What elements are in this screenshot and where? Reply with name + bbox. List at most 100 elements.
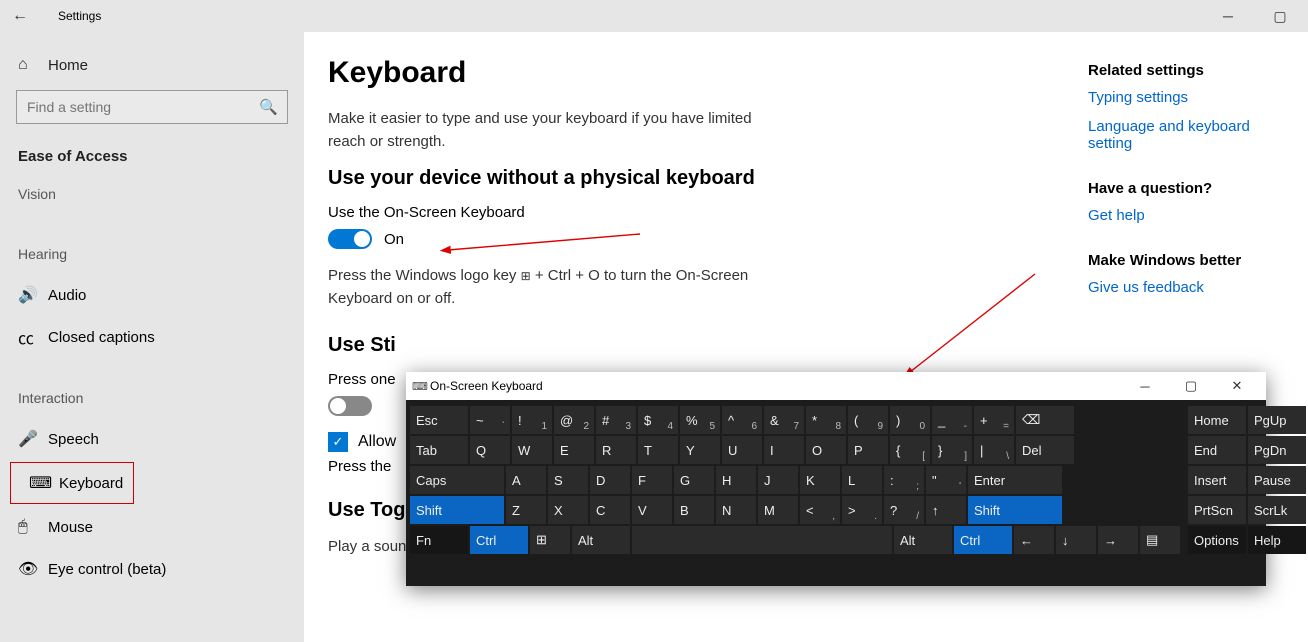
osk-maximize-button[interactable]: ▢ [1168, 372, 1214, 400]
osk-key[interactable]: End [1188, 436, 1246, 464]
osk-key[interactable]: E [554, 436, 594, 464]
osk-key[interactable]: I [764, 436, 804, 464]
osk-key[interactable]: Enter [968, 466, 1062, 494]
osk-window[interactable]: ⌨ On-Screen Keyboard ─ ▢ ✕ Esc~`!1@2#3$4… [406, 372, 1266, 586]
osk-key[interactable]: Fn [410, 526, 468, 554]
osk-key[interactable]: P [848, 436, 888, 464]
osk-key[interactable]: |\ [974, 436, 1014, 464]
osk-key[interactable]: (9 [848, 406, 888, 434]
osk-key[interactable]: Ctrl [954, 526, 1012, 554]
osk-key[interactable]: ⊞ [530, 526, 570, 554]
osk-key[interactable]: ← [1014, 526, 1054, 554]
osk-key[interactable]: O [806, 436, 846, 464]
osk-key[interactable]: W [512, 436, 552, 464]
osk-key[interactable]: F [632, 466, 672, 494]
osk-key[interactable]: Pause [1248, 466, 1306, 494]
nav-home[interactable]: ⌂ Home [0, 44, 304, 86]
toggle-track[interactable] [328, 396, 372, 416]
osk-toggle[interactable]: On [328, 229, 1088, 249]
osk-key[interactable] [632, 526, 892, 554]
osk-key[interactable]: C [590, 496, 630, 524]
osk-key[interactable]: &7 [764, 406, 804, 434]
osk-key[interactable]: #3 [596, 406, 636, 434]
allow-checkbox[interactable]: ✓ [328, 432, 348, 452]
osk-key[interactable]: {[ [890, 436, 930, 464]
osk-key[interactable]: Shift [410, 496, 504, 524]
osk-titlebar[interactable]: ⌨ On-Screen Keyboard ─ ▢ ✕ [406, 372, 1266, 400]
osk-key[interactable]: ↓ [1056, 526, 1096, 554]
osk-key[interactable]: Ctrl [470, 526, 528, 554]
osk-key[interactable]: → [1098, 526, 1138, 554]
osk-key[interactable]: S [548, 466, 588, 494]
maximize-button[interactable]: ▢ [1262, 8, 1298, 25]
osk-key[interactable]: += [974, 406, 1014, 434]
osk-key[interactable]: Esc [410, 406, 468, 434]
osk-key[interactable]: Del [1016, 436, 1074, 464]
nav-eye-control[interactable]: 👁 Eye control (beta) [0, 548, 304, 590]
osk-key[interactable]: Shift [968, 496, 1062, 524]
osk-key[interactable]: :; [884, 466, 924, 494]
osk-key[interactable]: D [590, 466, 630, 494]
osk-key[interactable]: ^6 [722, 406, 762, 434]
osk-key[interactable]: >. [842, 496, 882, 524]
osk-key[interactable]: Help [1248, 526, 1306, 554]
osk-key[interactable]: L [842, 466, 882, 494]
osk-key[interactable]: _- [932, 406, 972, 434]
osk-key[interactable]: PgDn [1248, 436, 1306, 464]
nav-speech[interactable]: 🎤 Speech [0, 418, 304, 460]
osk-key[interactable]: }] [932, 436, 972, 464]
osk-close-button[interactable]: ✕ [1214, 372, 1260, 400]
osk-key[interactable]: ScrLk [1248, 496, 1306, 524]
osk-key[interactable]: Alt [572, 526, 630, 554]
minimize-button[interactable]: ─ [1210, 8, 1246, 25]
osk-key[interactable]: N [716, 496, 756, 524]
osk-key[interactable]: @2 [554, 406, 594, 434]
osk-key[interactable]: !1 [512, 406, 552, 434]
osk-key[interactable]: R [596, 436, 636, 464]
osk-key[interactable]: Q [470, 436, 510, 464]
link-typing-settings[interactable]: Typing settings [1088, 89, 1298, 106]
osk-key[interactable]: ▤ [1140, 526, 1180, 554]
osk-key[interactable]: H [716, 466, 756, 494]
osk-minimize-button[interactable]: ─ [1122, 372, 1168, 400]
osk-key[interactable]: $4 [638, 406, 678, 434]
osk-key[interactable]: ~` [470, 406, 510, 434]
back-button[interactable]: ← [12, 7, 38, 25]
osk-key[interactable]: K [800, 466, 840, 494]
osk-key[interactable]: B [674, 496, 714, 524]
link-give-feedback[interactable]: Give us feedback [1088, 279, 1298, 296]
link-get-help[interactable]: Get help [1088, 207, 1298, 224]
toggle-track[interactable] [328, 229, 372, 249]
osk-key[interactable]: Caps [410, 466, 504, 494]
osk-key[interactable]: Home [1188, 406, 1246, 434]
osk-key[interactable]: Alt [894, 526, 952, 554]
osk-key[interactable]: X [548, 496, 588, 524]
osk-key[interactable]: M [758, 496, 798, 524]
osk-key[interactable]: ↑ [926, 496, 966, 524]
osk-key[interactable]: %5 [680, 406, 720, 434]
osk-key[interactable]: T [638, 436, 678, 464]
nav-audio[interactable]: 🔊 Audio [0, 274, 304, 316]
osk-key[interactable]: )0 [890, 406, 930, 434]
osk-key[interactable]: *8 [806, 406, 846, 434]
osk-key[interactable]: V [632, 496, 672, 524]
osk-key[interactable]: "' [926, 466, 966, 494]
osk-key[interactable]: Z [506, 496, 546, 524]
nav-closed-captions[interactable]: ㏄ Closed captions [0, 316, 304, 358]
osk-key[interactable]: Y [680, 436, 720, 464]
osk-key[interactable]: <, [800, 496, 840, 524]
osk-key[interactable]: U [722, 436, 762, 464]
osk-key[interactable]: Options [1188, 526, 1246, 554]
osk-key[interactable]: PrtScn [1188, 496, 1246, 524]
osk-key[interactable]: Tab [410, 436, 468, 464]
osk-key[interactable]: PgUp [1248, 406, 1306, 434]
osk-key[interactable]: Insert [1188, 466, 1246, 494]
link-language-keyboard[interactable]: Language and keyboard setting [1088, 118, 1298, 152]
osk-key[interactable]: ⌫ [1016, 406, 1074, 434]
osk-key[interactable]: G [674, 466, 714, 494]
nav-keyboard[interactable]: ⌨ Keyboard [10, 462, 134, 504]
search-input[interactable] [16, 90, 288, 124]
nav-mouse[interactable]: 🖱 Mouse [0, 506, 304, 548]
osk-key[interactable]: ?/ [884, 496, 924, 524]
osk-key[interactable]: A [506, 466, 546, 494]
